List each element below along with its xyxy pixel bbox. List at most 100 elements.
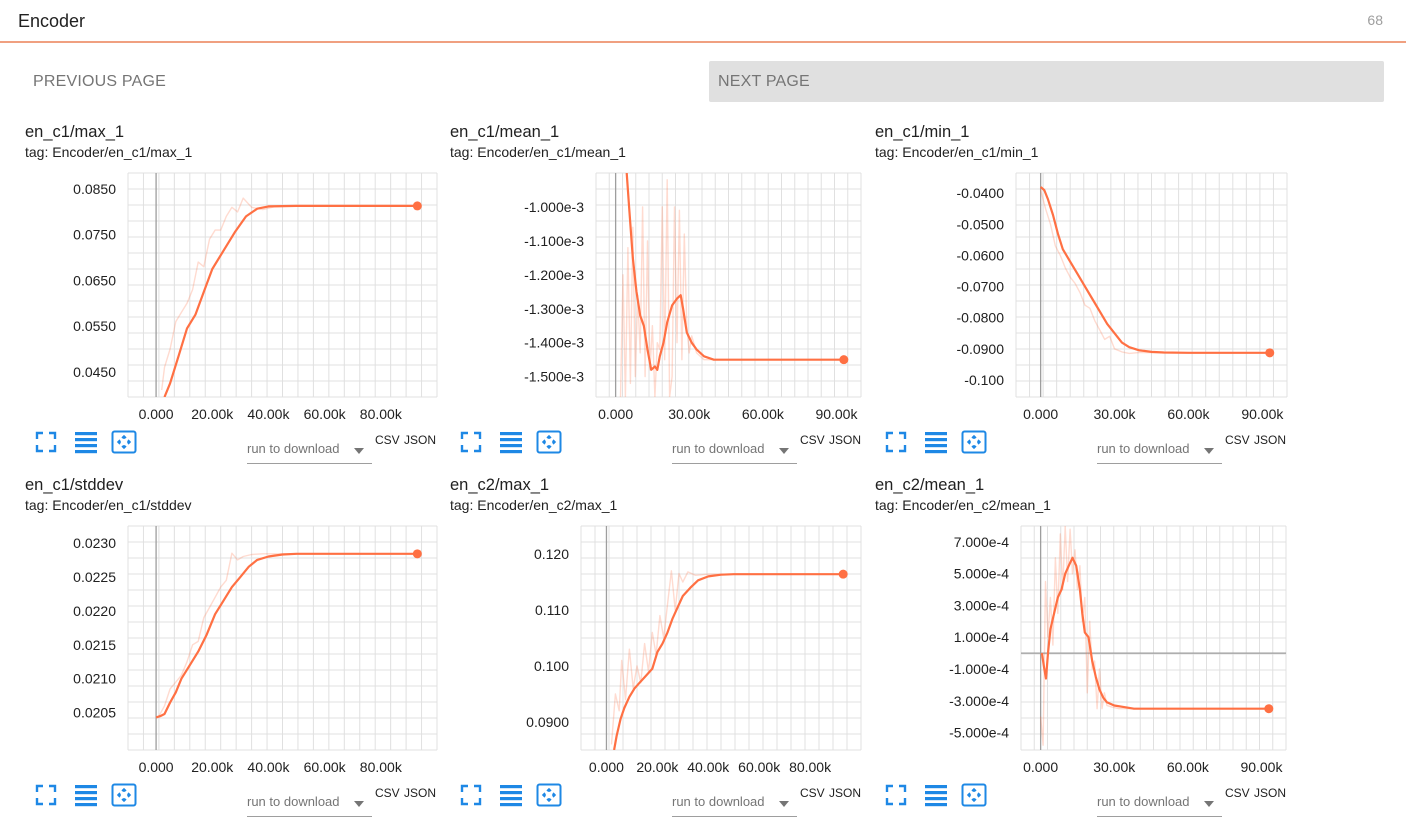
x-tick-label: 60.00k bbox=[742, 406, 785, 422]
x-tick-label: 0.000 bbox=[598, 406, 633, 422]
y-tick-label: 0.110 bbox=[535, 602, 569, 618]
y-tick-label: -0.100 bbox=[964, 372, 1004, 388]
line-chart[interactable]: 0.000 30.00k 60.00k 90.00k -1.000e-3 -1.100e-… bbox=[450, 165, 875, 427]
run-download-select[interactable]: run to download bbox=[672, 439, 797, 464]
next-page-button[interactable]: NEXT PAGE bbox=[709, 61, 1384, 102]
y-tick-label: -0.0900 bbox=[957, 341, 1005, 357]
y-tick-label: 0.0210 bbox=[73, 671, 116, 687]
chart-tag: tag: Encoder/en_c2/mean_1 bbox=[875, 497, 1051, 513]
fit-domain-icon[interactable] bbox=[536, 782, 562, 808]
run-download-select[interactable]: run to download bbox=[247, 439, 372, 464]
download-placeholder: run to download bbox=[247, 794, 340, 809]
json-download-link[interactable]: JSON bbox=[404, 433, 436, 447]
chart-card: en_c2/mean_1 tag: Encoder/en_c2/mean_1 0.0… bbox=[875, 476, 1300, 829]
fit-domain-icon[interactable] bbox=[111, 782, 137, 808]
x-tick-label: 60.00k bbox=[738, 759, 781, 775]
x-tick-label: 0.000 bbox=[139, 406, 174, 422]
y-tick-label: -1.100e-3 bbox=[524, 233, 584, 249]
expand-icon[interactable] bbox=[883, 782, 909, 808]
expand-icon[interactable] bbox=[33, 782, 59, 808]
chart-count: 68 bbox=[1367, 12, 1383, 28]
x-tick-label: 0.000 bbox=[1023, 406, 1058, 422]
smoothed-series-line bbox=[1039, 186, 1270, 354]
download-placeholder: run to download bbox=[672, 441, 765, 456]
expand-icon[interactable] bbox=[883, 429, 909, 455]
raw-series-line bbox=[619, 179, 844, 397]
chart-card: en_c1/stddev tag: Encoder/en_c1/stddev 0.0… bbox=[25, 476, 450, 829]
y-tick-label: 0.100 bbox=[534, 658, 569, 674]
chart-tag: tag: Encoder/en_c2/max_1 bbox=[450, 497, 618, 513]
y-tick-label: 0.120 bbox=[534, 546, 569, 562]
y-tick-label: 5.000e-4 bbox=[954, 566, 1009, 582]
csv-download-link[interactable]: CSV bbox=[375, 433, 400, 447]
toggle-log-scale-icon[interactable] bbox=[498, 782, 524, 808]
x-tick-label: 0.000 bbox=[1023, 759, 1058, 775]
smoothed-series-line bbox=[613, 573, 844, 750]
expand-icon[interactable] bbox=[33, 429, 59, 455]
y-tick-label: -3.000e-4 bbox=[949, 693, 1009, 709]
x-tick-label: 60.00k bbox=[1167, 406, 1210, 422]
x-tick-label: 30.00k bbox=[668, 406, 711, 422]
run-download-select[interactable]: run to download bbox=[1097, 792, 1222, 817]
download-placeholder: run to download bbox=[247, 441, 340, 456]
last-value-marker bbox=[1264, 704, 1274, 714]
x-tick-label: 40.00k bbox=[247, 759, 290, 775]
chart-title: en_c2/mean_1 bbox=[875, 476, 985, 494]
csv-download-link[interactable]: CSV bbox=[375, 786, 400, 800]
json-download-link[interactable]: JSON bbox=[1254, 433, 1286, 447]
csv-download-link[interactable]: CSV bbox=[800, 433, 825, 447]
fit-domain-icon[interactable] bbox=[536, 429, 562, 455]
csv-download-link[interactable]: CSV bbox=[800, 786, 825, 800]
run-download-select[interactable]: run to download bbox=[247, 792, 372, 817]
line-chart[interactable]: 0.000 20.00k 40.00k 60.00k 80.00k 0.0230 0.022… bbox=[25, 518, 450, 780]
chart-card: en_c1/min_1 tag: Encoder/en_c1/min_1 0.000… bbox=[875, 123, 1300, 476]
y-tick-label: -1.200e-3 bbox=[524, 267, 584, 283]
y-tick-label: 0.0230 bbox=[73, 535, 116, 551]
y-tick-label: 0.0750 bbox=[73, 227, 116, 243]
chart-tag: tag: Encoder/en_c1/min_1 bbox=[875, 144, 1039, 160]
run-download-select[interactable]: run to download bbox=[1097, 439, 1222, 464]
toggle-log-scale-icon[interactable] bbox=[923, 782, 949, 808]
app-header: Encoder 68 bbox=[0, 0, 1406, 43]
y-tick-label: 7.000e-4 bbox=[954, 534, 1009, 550]
x-tick-label: 80.00k bbox=[789, 759, 832, 775]
expand-icon[interactable] bbox=[458, 429, 484, 455]
x-tick-label: 60.00k bbox=[304, 759, 347, 775]
json-download-link[interactable]: JSON bbox=[404, 786, 436, 800]
fit-domain-icon[interactable] bbox=[961, 429, 987, 455]
toggle-log-scale-icon[interactable] bbox=[498, 429, 524, 455]
toggle-log-scale-icon[interactable] bbox=[73, 429, 99, 455]
previous-page-button[interactable]: PREVIOUS PAGE bbox=[24, 61, 684, 102]
toggle-log-scale-icon[interactable] bbox=[923, 429, 949, 455]
y-tick-label: 0.0850 bbox=[73, 181, 116, 197]
json-download-link[interactable]: JSON bbox=[1254, 786, 1286, 800]
line-chart[interactable]: 0.000 20.00k 40.00k 60.00k 80.00k 0.0850 0.075… bbox=[25, 165, 450, 427]
csv-download-link[interactable]: CSV bbox=[1225, 786, 1250, 800]
fit-domain-icon[interactable] bbox=[961, 782, 987, 808]
line-chart[interactable]: 0.000 30.00k 60.00k 90.00k -0.0400 -0.0500 -0.… bbox=[875, 165, 1300, 427]
line-chart[interactable]: 0.000 30.00k 60.00k 90.00k 7.000e-4 5.000e-4 3… bbox=[875, 518, 1300, 780]
gridlines bbox=[580, 525, 862, 751]
run-download-select[interactable]: run to download bbox=[672, 792, 797, 817]
csv-download-link[interactable]: CSV bbox=[1225, 433, 1250, 447]
y-tick-label: -1.000e-3 bbox=[524, 199, 584, 215]
fit-domain-icon[interactable] bbox=[111, 429, 137, 455]
json-download-link[interactable]: JSON bbox=[829, 786, 861, 800]
chart-card: en_c2/max_1 tag: Encoder/en_c2/max_1 0.000… bbox=[450, 476, 875, 829]
y-tick-label: -5.000e-4 bbox=[949, 725, 1009, 741]
x-tick-label: 40.00k bbox=[687, 759, 730, 775]
json-download-link[interactable]: JSON bbox=[829, 433, 861, 447]
chart-title: en_c2/max_1 bbox=[450, 476, 550, 494]
toggle-log-scale-icon[interactable] bbox=[73, 782, 99, 808]
last-value-marker bbox=[839, 355, 849, 365]
y-tick-label: -0.0800 bbox=[957, 310, 1005, 326]
x-tick-label: 60.00k bbox=[1167, 759, 1210, 775]
x-tick-label: 40.00k bbox=[247, 406, 290, 422]
y-tick-label: -0.0500 bbox=[957, 216, 1005, 232]
chevron-down-icon bbox=[354, 801, 364, 807]
line-chart[interactable]: 0.000 20.00k 40.00k 60.00k 80.00k 0.120 0.110 0… bbox=[450, 518, 875, 780]
chart-card: en_c1/max_1 tag: Encoder/en_c1/max_1 0.000… bbox=[25, 123, 450, 476]
expand-icon[interactable] bbox=[458, 782, 484, 808]
chart-tag: tag: Encoder/en_c1/max_1 bbox=[25, 144, 193, 160]
y-tick-label: 0.0225 bbox=[73, 569, 116, 585]
